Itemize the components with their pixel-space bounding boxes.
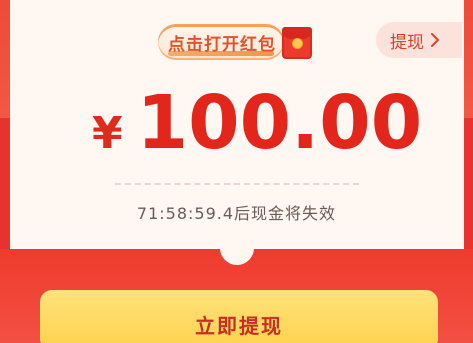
envelope-coin — [292, 38, 303, 49]
balance-amount-row: ¥ 100.00 — [92, 80, 422, 166]
open-red-packet-label: 点击打开红包 — [168, 34, 276, 55]
red-packet-popup: 点击打开红包 提现 ¥ 100.00 71:58:59.4后现金将失效 立即提现 — [0, 0, 473, 343]
dashed-divider — [115, 183, 359, 185]
withdraw-now-button[interactable]: 立即提现 — [40, 290, 438, 343]
open-red-packet-button[interactable]: 点击打开红包 — [158, 24, 284, 60]
currency-symbol: ¥ — [92, 108, 123, 159]
withdraw-now-label: 立即提现 — [195, 314, 283, 338]
balance-amount: 100.00 — [136, 80, 423, 166]
expiry-countdown: 71:58:59.4后现金将失效 — [136, 204, 337, 223]
chevron-right-icon — [431, 33, 439, 47]
withdraw-link-label: 提现 — [390, 32, 424, 53]
withdraw-link[interactable]: 提现 — [376, 22, 462, 58]
red-envelope-icon[interactable] — [282, 27, 312, 59]
